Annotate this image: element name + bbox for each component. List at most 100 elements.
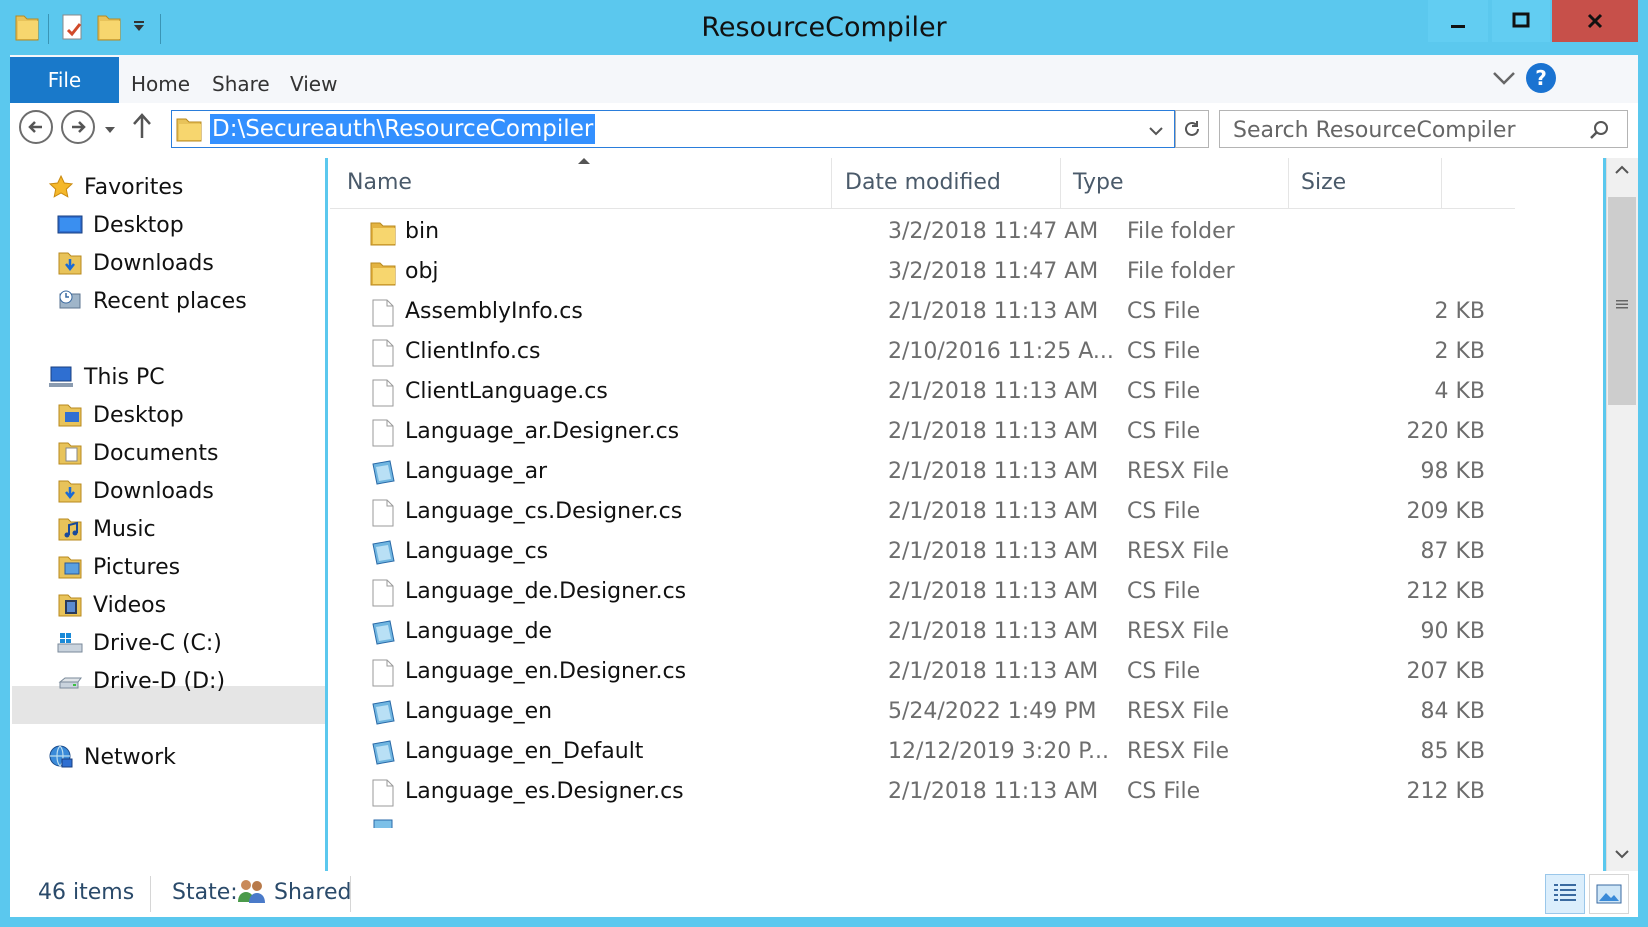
large-icons-view-button[interactable]: [1589, 874, 1629, 914]
table-row[interactable]: Language_ar.Designer.cs 2/1/2018 11:13 AM…: [330, 413, 1515, 455]
file-type: RESX File: [1127, 619, 1230, 644]
tab-home[interactable]: Home: [131, 72, 190, 96]
resx-icon: [370, 818, 396, 828]
file-date: 2/1/2018 11:13 AM: [888, 619, 1099, 644]
file-name: bin: [405, 219, 440, 244]
nav-item-downloads-fav[interactable]: Downloads: [57, 246, 214, 280]
file-date: 3/2/2018 11:47 AM: [888, 259, 1099, 284]
properties-icon[interactable]: [60, 12, 86, 46]
up-button[interactable]: [131, 110, 153, 144]
forward-button[interactable]: [61, 110, 95, 144]
refresh-button[interactable]: [1175, 110, 1209, 148]
nav-item-pictures[interactable]: Pictures: [57, 550, 180, 584]
file-name: obj: [405, 259, 439, 284]
nav-item-downloads[interactable]: Downloads: [57, 474, 214, 508]
column-header-type[interactable]: Type: [1073, 170, 1124, 195]
scroll-down-icon[interactable]: [1611, 846, 1633, 865]
file-date: 5/24/2022 1:49 PM: [888, 699, 1097, 724]
nav-item-drive-c[interactable]: Drive-C (C:): [57, 626, 222, 660]
state-value: Shared: [274, 880, 352, 905]
nav-item-label: Downloads: [93, 478, 214, 504]
table-row[interactable]: bin 3/2/2018 11:47 AM File folder: [330, 213, 1515, 255]
file-type: CS File: [1127, 339, 1201, 364]
table-row[interactable]: Language_en_Default 12/12/2019 3:20 P... R…: [330, 733, 1515, 775]
table-row[interactable]: ClientInfo.cs 2/10/2016 11:25 A... CS File…: [330, 333, 1515, 375]
file-name: Language_ar: [405, 459, 548, 484]
nav-item-videos[interactable]: Videos: [57, 588, 166, 622]
file-date: 2/1/2018 11:13 AM: [888, 579, 1099, 604]
file-icon: [370, 659, 396, 687]
table-row[interactable]: ClientLanguage.cs 2/1/2018 11:13 AM CS Fil…: [330, 373, 1515, 415]
documents-icon: [58, 442, 82, 465]
table-row[interactable]: obj 3/2/2018 11:47 AM File folder: [330, 253, 1515, 295]
table-row[interactable]: Language_de 2/1/2018 11:13 AM RESX File 90 …: [330, 613, 1515, 655]
nav-network[interactable]: Network: [48, 740, 176, 774]
help-icon[interactable]: ?: [1526, 63, 1556, 93]
table-row-partial[interactable]: [330, 816, 1515, 828]
file-type: CS File: [1127, 779, 1201, 804]
scroll-up-icon[interactable]: [1611, 162, 1633, 181]
table-row[interactable]: Language_en.Designer.cs 2/1/2018 11:13 AM…: [330, 653, 1515, 695]
nav-item-recent-places[interactable]: Recent places: [57, 284, 247, 318]
search-icon[interactable]: [1588, 119, 1610, 145]
folder-icon: [370, 219, 396, 247]
resx-icon: [370, 739, 396, 767]
recent-places-icon: [59, 290, 81, 309]
downloads-icon: [58, 480, 82, 503]
desktop-folder-icon: [58, 404, 82, 427]
tab-share[interactable]: Share: [212, 72, 270, 96]
table-row[interactable]: Language_cs.Designer.cs 2/1/2018 11:13 AM…: [330, 493, 1515, 535]
downloads-icon: [58, 252, 82, 275]
nav-item-music[interactable]: Music: [57, 512, 156, 546]
customize-dropdown-icon[interactable]: [132, 18, 146, 37]
tab-view[interactable]: View: [290, 72, 337, 96]
expand-ribbon-icon[interactable]: [1491, 68, 1517, 92]
nav-item-label: Downloads: [93, 250, 214, 276]
nav-item-label: Videos: [93, 592, 167, 618]
file-type: File folder: [1127, 259, 1235, 284]
nav-item-desktop-fav[interactable]: Desktop: [57, 208, 184, 242]
file-date: 2/1/2018 11:13 AM: [888, 379, 1099, 404]
column-header-date[interactable]: Date modified: [845, 170, 1001, 195]
address-path[interactable]: D:\Secureauth\ResourceCompiler: [210, 114, 596, 144]
file-date: 12/12/2019 3:20 P...: [888, 739, 1110, 764]
table-row[interactable]: Language_de.Designer.cs 2/1/2018 11:13 AM…: [330, 573, 1515, 615]
details-view-button[interactable]: [1545, 874, 1585, 914]
table-row[interactable]: Language_en 5/24/2022 1:49 PM RESX File 84 …: [330, 693, 1515, 735]
column-header-size[interactable]: Size: [1301, 170, 1346, 195]
file-name: ClientInfo.cs: [405, 339, 541, 364]
folder-icon: [370, 259, 396, 287]
recent-locations-dropdown-icon[interactable]: [104, 120, 116, 139]
nav-favorites[interactable]: Favorites: [48, 170, 183, 204]
file-name: Language_en: [405, 699, 553, 724]
minimize-button[interactable]: [1428, 0, 1488, 42]
nav-item-documents[interactable]: Documents: [57, 436, 218, 470]
pictures-icon: [58, 556, 82, 579]
details-view-icon: [1554, 884, 1576, 901]
network-icon: [49, 745, 73, 768]
new-folder-icon[interactable]: [96, 12, 122, 46]
videos-icon: [58, 594, 82, 617]
nav-item-desktop[interactable]: Desktop: [57, 398, 184, 432]
back-button[interactable]: [19, 110, 53, 144]
column-header-name[interactable]: Name: [347, 170, 412, 195]
close-button[interactable]: [1552, 0, 1638, 42]
file-icon: [370, 379, 396, 407]
nav-this-pc[interactable]: This PC: [48, 360, 165, 394]
table-row[interactable]: Language_es.Designer.cs 2/1/2018 11:13 AM…: [330, 773, 1515, 815]
file-name: Language_cs.Designer.cs: [405, 499, 683, 524]
file-size: 98 KB: [1420, 459, 1485, 484]
table-row[interactable]: AssemblyInfo.cs 2/1/2018 11:13 AM CS File 2…: [330, 293, 1515, 335]
file-tab[interactable]: File: [10, 57, 119, 103]
nav-item-label: Recent places: [93, 288, 247, 314]
file-icon: [370, 779, 396, 807]
table-row[interactable]: Language_cs 2/1/2018 11:13 AM RESX File 87 …: [330, 533, 1515, 575]
nav-item-drive-d[interactable]: Drive-D (D:): [57, 664, 225, 698]
table-row[interactable]: Language_ar 2/1/2018 11:13 AM RESX File 98 …: [330, 453, 1515, 495]
state-label: State:: [172, 880, 238, 905]
computer-icon: [49, 366, 73, 387]
file-name: Language_de: [405, 619, 553, 644]
address-history-dropdown-icon[interactable]: [1148, 122, 1164, 141]
maximize-button[interactable]: [1492, 0, 1550, 42]
shared-users-icon: [236, 876, 266, 910]
